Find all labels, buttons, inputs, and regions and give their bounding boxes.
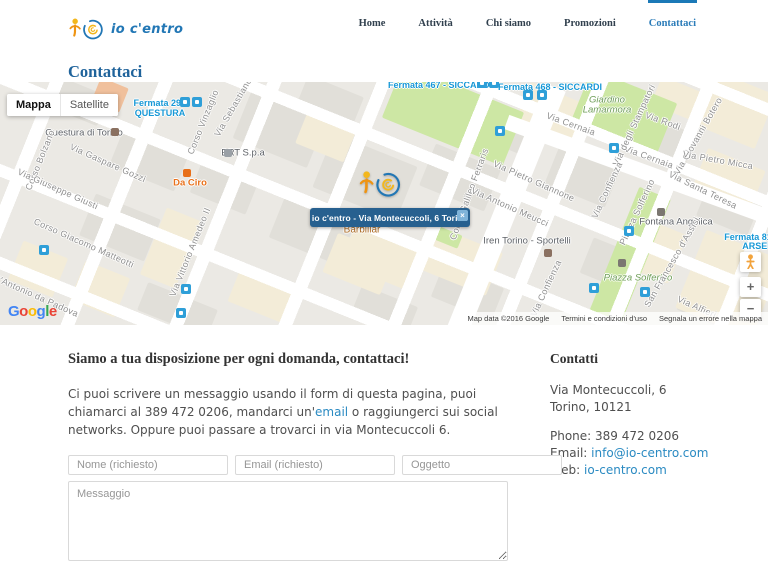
nav-item-attivita[interactable]: Attività	[417, 0, 453, 37]
map-type-satellite-button[interactable]: Satellite	[59, 94, 118, 116]
map-type-map-button[interactable]: Mappa	[7, 94, 60, 116]
map-label-transit: Fermata 468 - SICCARDI	[497, 82, 603, 92]
camera-poi-icon	[618, 259, 626, 267]
contact-email: Email: info@io-centro.com	[550, 445, 710, 462]
map-attribution: Map data ©2016 Google Termini e condizio…	[461, 312, 768, 325]
pegman-control[interactable]	[740, 252, 761, 272]
map-label-transit: ARSEN	[742, 241, 768, 251]
info-window-close-icon[interactable]: ×	[457, 210, 468, 221]
google-logo[interactable]: Google	[8, 303, 57, 320]
map-label-poi: Iren Torino - Sportelli	[483, 235, 571, 247]
nav-item-contattaci[interactable]: Contattaci	[647, 0, 697, 37]
contact-web: Web: io-centro.com	[550, 462, 710, 479]
info-window-text: io c'entro - Via Montecuccoli, 6 Torino	[311, 212, 469, 223]
transit-stop-icon	[640, 287, 650, 297]
intro-heading: Siamo a tua disposizione per ogni domand…	[68, 351, 410, 367]
contact-heading: Contatti	[550, 351, 598, 366]
map-report-error-link[interactable]: Segnala un errore nella mappa	[659, 314, 762, 323]
nav-item-chi-siamo[interactable]: Chi siamo	[485, 0, 532, 37]
transit-stop-icon	[181, 284, 191, 294]
map-label-transit: QUESTURA	[134, 108, 186, 118]
map-label-park: Lamarmora	[582, 104, 632, 116]
contact-web-link[interactable]: io-centro.com	[584, 463, 667, 477]
map-copyright: Map data ©2016 Google	[467, 314, 550, 323]
business-poi-icon	[224, 149, 232, 157]
transit-stop-icon	[589, 283, 599, 293]
restaurant-poi-icon	[183, 169, 191, 177]
zoom-in-button[interactable]: +	[740, 277, 761, 297]
map-info-window: io c'entro - Via Montecuccoli, 6 Torino …	[310, 208, 470, 227]
contact-form-row	[68, 455, 562, 475]
contact-phone: Phone: 389 472 0206	[550, 428, 710, 445]
transit-stop-icon	[489, 82, 499, 88]
main-nav: Home Attività Chi siamo Promozioni Conta…	[327, 0, 697, 37]
pegman-icon	[746, 254, 755, 270]
transit-stop-icon	[609, 143, 619, 153]
camera-poi-icon	[657, 208, 665, 216]
transit-stop-icon	[192, 97, 202, 107]
map-label-poi: Fontana Angelica	[639, 216, 713, 228]
office-poi-icon	[544, 249, 552, 257]
map-label-transit: Fermata 29 -	[133, 98, 187, 108]
email-field[interactable]	[235, 455, 395, 475]
intro-section: Siamo a tua disposizione per ogni domand…	[68, 351, 508, 439]
google-logo-letter: g	[36, 303, 46, 320]
google-logo-letter: o	[19, 303, 28, 320]
google-logo-letter: e	[48, 303, 57, 320]
intro-paragraph: Ci puoi scrivere un messaggio usando il …	[68, 385, 508, 439]
map-label-orange: Da Ciro	[173, 177, 207, 189]
transit-stop-icon	[39, 245, 49, 255]
name-field[interactable]	[68, 455, 228, 475]
phone-label: Phone:	[550, 429, 596, 443]
transit-stop-icon	[537, 90, 547, 100]
phone-value: 389 472 0206	[595, 429, 680, 443]
google-logo-letter: G	[8, 303, 20, 320]
transit-stop-icon	[624, 226, 634, 236]
transit-stop-icon	[495, 126, 505, 136]
transit-stop-icon	[477, 82, 487, 88]
page-title: Contattaci	[68, 62, 143, 81]
nav-item-home[interactable]: Home	[358, 0, 387, 37]
google-logo-letter: o	[27, 303, 37, 320]
map-type-control: Mappa Satellite	[7, 94, 118, 116]
email-inline-link[interactable]: email	[315, 405, 348, 419]
transit-stop-icon	[176, 308, 186, 318]
google-map[interactable]: io c'entro - Via Montecuccoli, 6 Torino …	[0, 82, 768, 325]
message-field[interactable]	[68, 481, 508, 561]
header: io c'entro Home Attività Chi siamo Promo…	[0, 0, 768, 56]
brand-name: io c'entro	[111, 21, 184, 37]
brand-logo-icon	[69, 18, 103, 40]
contact-address-line1: Via Montecuccoli, 6	[550, 383, 667, 397]
police-poi-icon	[111, 128, 119, 136]
map-terms-link[interactable]: Termini e condizioni d'uso	[561, 314, 647, 323]
contact-email-link[interactable]: info@io-centro.com	[591, 446, 708, 460]
contact-form	[68, 455, 562, 565]
transit-stop-icon	[180, 97, 190, 107]
contact-address-line2: Torino, 10121	[550, 400, 632, 414]
subject-field[interactable]	[402, 455, 562, 475]
contact-info-section: Contatti Via Montecuccoli, 6 Torino, 101…	[550, 351, 710, 488]
nav-item-promozioni[interactable]: Promozioni	[563, 0, 617, 37]
brand-logo[interactable]: io c'entro	[68, 14, 183, 44]
map-marker-io-centro[interactable]	[358, 166, 404, 202]
transit-stop-icon	[523, 90, 533, 100]
